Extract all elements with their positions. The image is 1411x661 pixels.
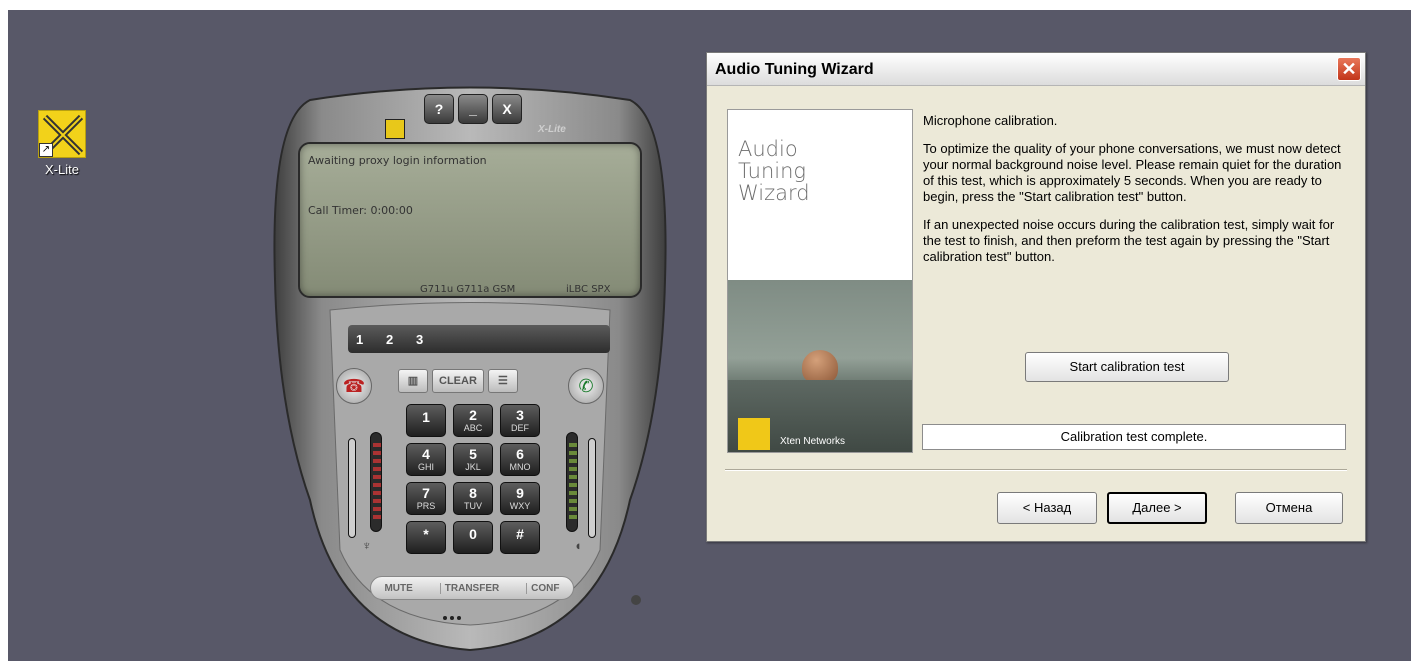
line-selector: 1 2 3 xyxy=(348,325,610,353)
key-digit: 8 xyxy=(469,485,477,501)
mute-button[interactable]: MUTE xyxy=(384,583,412,594)
next-button[interactable]: Далее > xyxy=(1107,492,1207,524)
line-1-button[interactable]: 1 xyxy=(356,332,374,347)
shortcut-label: X-Lite xyxy=(45,162,79,177)
key-letters: GHI xyxy=(417,462,434,472)
cancel-button[interactable]: Отмена xyxy=(1235,492,1343,524)
help-button[interactable]: ? xyxy=(424,94,454,124)
keypad-key[interactable]: 8 TUV xyxy=(453,482,493,515)
back-button[interactable]: < Назад xyxy=(997,492,1097,524)
control-row: ▥ CLEAR ☰ xyxy=(398,369,518,393)
keypad-key[interactable]: 5 JKL xyxy=(453,443,493,476)
key-digit: 1 xyxy=(422,409,430,425)
keypad-key[interactable]: 2 ABC xyxy=(453,404,493,437)
banner-photo: Xten Networks xyxy=(728,280,912,452)
key-digit: 6 xyxy=(516,446,524,462)
banner-brand: Xten Networks xyxy=(780,436,846,447)
minimize-button[interactable]: _ xyxy=(458,94,488,124)
audio-tuning-wizard-dialog: Audio Tuning Wizard ✕ Audio Tuning Wizar… xyxy=(706,52,1366,542)
speaker-icon: ◖ xyxy=(574,538,582,553)
key-digit: 4 xyxy=(422,446,430,462)
x-lite-logo-icon[interactable] xyxy=(385,119,405,139)
separator xyxy=(725,469,1347,471)
dial-button[interactable]: ✆ xyxy=(568,368,604,404)
microphone-icon: ♆ xyxy=(362,538,372,553)
instructions-paragraph: To optimize the quality of your phone co… xyxy=(923,141,1342,204)
speaker-volume-slider[interactable] xyxy=(588,438,596,538)
key-letters: JKL xyxy=(465,462,481,472)
brand-label: X-Lite xyxy=(538,124,566,135)
x-lite-phone: ? _ X X-Lite Awaiting proxy login inform… xyxy=(270,80,670,655)
noise-note-paragraph: If an unexpected noise occurs during the… xyxy=(923,217,1335,264)
calibration-status: Calibration test complete. xyxy=(922,424,1346,450)
wizard-content: Microphone calibration. To optimize the … xyxy=(923,113,1347,277)
hangup-button[interactable]: ☎ xyxy=(336,368,372,404)
line-3-button[interactable]: 3 xyxy=(416,332,434,347)
desktop: ↗ X-Lite ? _ X X-Lite Awaiting proxy log… xyxy=(8,10,1411,661)
shortcut-arrow-icon: ↗ xyxy=(39,143,53,157)
key-digit: 7 xyxy=(422,485,430,501)
key-letters: DEF xyxy=(511,423,529,433)
close-icon[interactable]: ✕ xyxy=(1337,57,1361,81)
key-digit: # xyxy=(516,526,524,542)
start-calibration-button[interactable]: Start calibration test xyxy=(1025,352,1229,382)
speaker-level-meter xyxy=(566,432,578,532)
x-lite-shortcut[interactable]: ↗ X-Lite xyxy=(32,110,92,177)
clear-button[interactable]: CLEAR xyxy=(432,369,484,393)
close-button[interactable]: X xyxy=(492,94,522,124)
key-digit: 5 xyxy=(469,446,477,462)
window-controls: ? _ X xyxy=(424,94,522,124)
key-digit: 9 xyxy=(516,485,524,501)
lcd-display: Awaiting proxy login information Call Ti… xyxy=(298,142,642,298)
key-letters: TUV xyxy=(464,501,482,511)
keypad-key[interactable]: 7 PRS xyxy=(406,482,446,515)
step-heading: Microphone calibration. xyxy=(923,113,1058,128)
mic-volume-slider[interactable] xyxy=(348,438,356,538)
dialog-titlebar[interactable]: Audio Tuning Wizard ✕ xyxy=(707,53,1365,86)
lcd-codecs: G711u G711a GSM xyxy=(420,284,516,295)
x-lite-logo-icon: ↗ xyxy=(38,110,86,158)
keypad-key[interactable]: * xyxy=(406,521,446,554)
keypad-key[interactable]: 0 xyxy=(453,521,493,554)
lcd-status: Awaiting proxy login information xyxy=(308,154,487,167)
keypad: 1 2 ABC 3 DEF 4 GHI 5 JKL 6 MNO 7 PRS 8 TUV 9 WXY * 0 # xyxy=(406,404,540,554)
mic-level-meter xyxy=(370,432,382,532)
x-lite-logo-icon xyxy=(738,418,770,450)
key-digit: * xyxy=(423,526,429,542)
transfer-button[interactable]: TRANSFER xyxy=(439,582,499,594)
history-list-icon[interactable]: ☰ xyxy=(487,369,518,393)
keypad-key[interactable]: 9 WXY xyxy=(500,482,540,515)
call-actions: MUTE TRANSFER CONF xyxy=(370,576,574,600)
lcd-call-timer: Call Timer: 0:00:00 xyxy=(308,204,413,217)
keypad-key[interactable]: 1 xyxy=(406,404,446,437)
keypad-key[interactable]: 4 GHI xyxy=(406,443,446,476)
lcd-codecs-extra: iLBC SPX xyxy=(566,284,611,295)
banner-title: Audio Tuning Wizard xyxy=(738,137,810,205)
person-head xyxy=(802,350,838,384)
key-digit: 2 xyxy=(469,407,477,423)
key-digit: 0 xyxy=(469,526,477,542)
line-2-button[interactable]: 2 xyxy=(386,332,404,347)
conference-button[interactable]: CONF xyxy=(526,582,560,594)
key-letters: ABC xyxy=(463,423,483,433)
key-letters: WXY xyxy=(509,501,531,511)
keypad-key[interactable]: 6 MNO xyxy=(500,443,540,476)
keypad-key[interactable]: # xyxy=(500,521,540,554)
key-letters: PRS xyxy=(416,501,436,511)
wizard-banner: Audio Tuning Wizard Xten Networks xyxy=(727,109,913,453)
contacts-book-icon[interactable]: ▥ xyxy=(398,369,428,393)
key-digit: 3 xyxy=(516,407,524,423)
key-letters: MNO xyxy=(509,462,531,472)
keypad-key[interactable]: 3 DEF xyxy=(500,404,540,437)
dialog-title: Audio Tuning Wizard xyxy=(715,61,874,78)
